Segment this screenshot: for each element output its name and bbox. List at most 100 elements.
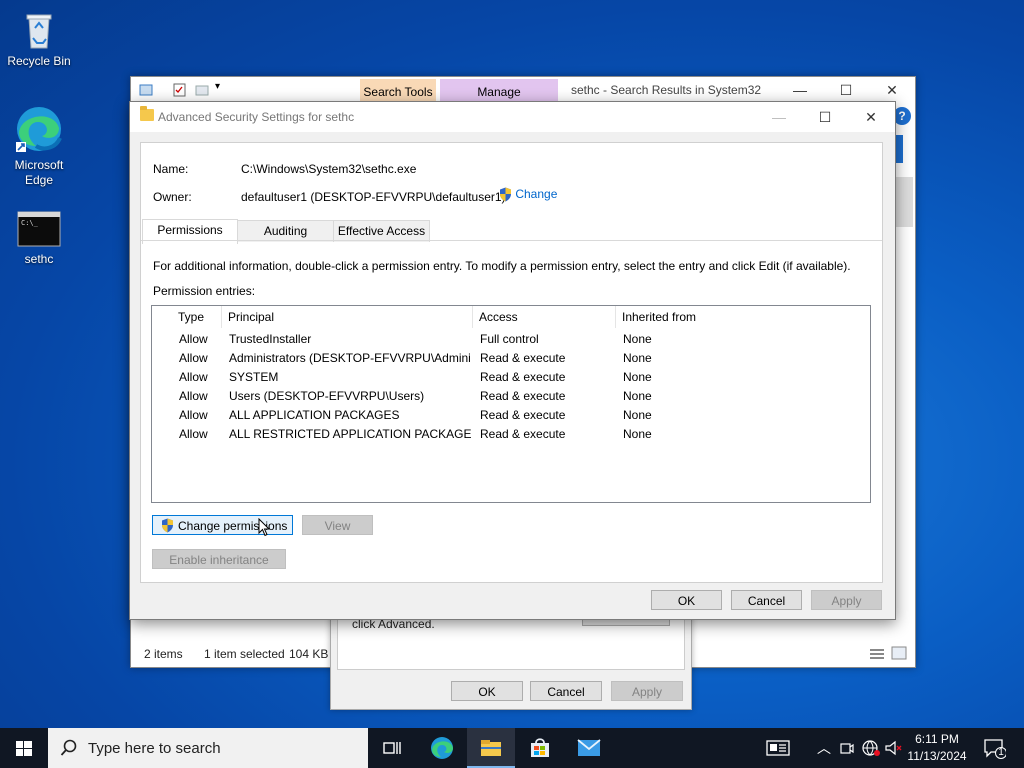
apply-button[interactable]: Apply bbox=[811, 590, 882, 610]
folder-icon bbox=[140, 106, 154, 121]
properties-icon[interactable] bbox=[173, 83, 187, 97]
entry-inherited-from: None bbox=[623, 408, 652, 422]
permission-entry-row[interactable]: Allow ALL RESTRICTED APPLICATION PACKAGES… bbox=[152, 425, 868, 444]
uac-shield-icon bbox=[500, 187, 511, 202]
permission-entry-row[interactable]: Allow Users (DESKTOP-EFVVRPU\Users) Read &… bbox=[152, 387, 868, 406]
dialog-title: Advanced Security Settings for sethc bbox=[158, 110, 355, 124]
column-header-inherited[interactable]: Inherited from bbox=[616, 306, 868, 328]
desktop-icon-edge[interactable]: Microsoft Edge bbox=[3, 104, 75, 188]
file-explorer-icon bbox=[481, 740, 501, 756]
taskbar-time[interactable]: 6:11 PM bbox=[906, 732, 968, 746]
mouse-cursor-icon bbox=[258, 518, 270, 537]
status-item-count: 2 items bbox=[144, 647, 183, 661]
dialog-titlebar: Advanced Security Settings for sethc — ☐… bbox=[130, 102, 895, 132]
desktop-icon-sethc[interactable]: C:\_ sethc bbox=[3, 210, 75, 267]
start-button[interactable] bbox=[0, 728, 48, 768]
status-size: 104 KB bbox=[289, 647, 329, 661]
cancel-button[interactable]: Cancel bbox=[530, 681, 602, 701]
desktop-icon-label: Microsoft Edge bbox=[14, 158, 64, 187]
name-value: C:\Windows\System32\sethc.exe bbox=[241, 162, 417, 176]
ok-button[interactable]: OK bbox=[651, 590, 722, 610]
entry-principal: Administrators (DESKTOP-EFVVRPU\Admini..… bbox=[229, 351, 471, 365]
close-button[interactable]: ✕ bbox=[869, 77, 915, 103]
svg-text:C:\_: C:\_ bbox=[21, 219, 39, 227]
permission-entry-row[interactable]: Allow Administrators (DESKTOP-EFVVRPU\Adm… bbox=[152, 349, 868, 368]
entry-access: Read & execute bbox=[480, 408, 566, 422]
entry-type: Allow bbox=[179, 351, 208, 365]
name-label: Name: bbox=[153, 162, 189, 176]
taskbar-edge-button[interactable] bbox=[418, 728, 466, 768]
entry-inherited-from: None bbox=[623, 332, 652, 346]
windows-logo-icon bbox=[16, 741, 32, 756]
minimize-button[interactable]: — bbox=[777, 77, 823, 103]
change-link-text[interactable]: Change bbox=[515, 187, 557, 201]
owner-value: defaultuser1 (DESKTOP-EFVVRPU\defaultuse… bbox=[241, 190, 506, 204]
advanced-security-dialog: Advanced Security Settings for sethc — ☐… bbox=[129, 101, 896, 620]
taskbar-date[interactable]: 11/13/2024 bbox=[906, 749, 968, 763]
cancel-button[interactable]: Cancel bbox=[731, 590, 802, 610]
tab-auditing[interactable]: Auditing bbox=[237, 220, 334, 242]
permission-entry-row[interactable]: Allow SYSTEM Read & execute None bbox=[152, 368, 868, 387]
customize-toolbar-icon[interactable]: ▾ bbox=[215, 81, 220, 92]
enable-inheritance-button[interactable]: Enable inheritance bbox=[152, 549, 286, 569]
news-widget-icon[interactable] bbox=[766, 740, 790, 756]
change-permissions-label: Change permissions bbox=[178, 519, 288, 533]
large-icons-view-icon[interactable] bbox=[891, 646, 907, 660]
ok-button[interactable]: OK bbox=[451, 681, 523, 701]
maximize-button[interactable]: ☐ bbox=[802, 104, 848, 130]
tab-search-tools[interactable]: Search Tools bbox=[360, 79, 436, 103]
entry-type: Allow bbox=[179, 427, 208, 441]
desktop-icon-recycle-bin[interactable]: Recycle Bin bbox=[3, 8, 75, 69]
minimize-button[interactable]: — bbox=[756, 104, 802, 130]
entry-inherited-from: None bbox=[623, 389, 652, 403]
view-button[interactable]: View bbox=[302, 515, 373, 535]
entry-principal: ALL RESTRICTED APPLICATION PACKAGES bbox=[229, 427, 471, 441]
show-hidden-icons-chevron-icon[interactable]: ︿ bbox=[817, 738, 831, 758]
apply-button[interactable]: Apply bbox=[611, 681, 683, 701]
entry-principal: Users (DESKTOP-EFVVRPU\Users) bbox=[229, 389, 425, 403]
meet-now-icon[interactable] bbox=[840, 741, 854, 755]
permission-entry-row[interactable]: Allow ALL APPLICATION PACKAGES Read & exec… bbox=[152, 406, 868, 425]
volume-muted-icon[interactable] bbox=[885, 740, 903, 756]
quick-access-icon[interactable] bbox=[139, 83, 155, 97]
command-prompt-icon: C:\_ bbox=[17, 210, 61, 250]
entry-principal: ALL APPLICATION PACKAGES bbox=[229, 408, 400, 422]
change-permissions-button[interactable]: Change permissions bbox=[152, 515, 293, 535]
desktop-icon-label: Recycle Bin bbox=[7, 54, 71, 68]
entry-access: Read & execute bbox=[480, 389, 566, 403]
permission-entry-row[interactable]: Allow TrustedInstaller Full control None bbox=[152, 330, 868, 349]
taskbar: Type here to search ︿ 6:11 PM 11/13/2024… bbox=[0, 728, 1024, 768]
entry-access: Read & execute bbox=[480, 370, 566, 384]
store-icon bbox=[531, 738, 549, 757]
new-folder-icon[interactable] bbox=[195, 83, 209, 97]
column-header-access[interactable]: Access bbox=[473, 306, 616, 328]
maximize-button[interactable]: ☐ bbox=[823, 77, 869, 103]
entry-type: Allow bbox=[179, 332, 208, 346]
entries-label: Permission entries: bbox=[153, 284, 256, 298]
scrollbar-thumb[interactable] bbox=[895, 177, 913, 227]
details-view-icon[interactable] bbox=[869, 647, 885, 661]
entry-access: Read & execute bbox=[480, 351, 566, 365]
task-view-icon bbox=[383, 742, 401, 754]
tab-manage[interactable]: Manage bbox=[440, 79, 558, 103]
taskbar-search-box[interactable]: Type here to search bbox=[48, 728, 368, 768]
tab-divider bbox=[141, 240, 882, 241]
entry-principal: SYSTEM bbox=[229, 370, 279, 384]
taskbar-store-button[interactable] bbox=[516, 728, 564, 768]
taskbar-file-explorer-button[interactable] bbox=[467, 728, 515, 768]
task-view-button[interactable] bbox=[368, 728, 416, 768]
change-owner-link[interactable]: Change bbox=[499, 187, 557, 202]
entry-inherited-from: None bbox=[623, 427, 652, 441]
tab-effective-access[interactable]: Effective Access bbox=[333, 220, 430, 242]
close-button[interactable]: ✕ bbox=[848, 104, 894, 130]
permission-entries-list[interactable]: Type Principal Access Inherited from All… bbox=[151, 305, 871, 503]
explorer-window-title: sethc - Search Results in System32 bbox=[571, 83, 762, 97]
entry-type: Allow bbox=[179, 389, 208, 403]
entry-access: Full control bbox=[480, 332, 539, 346]
taskbar-mail-button[interactable] bbox=[565, 728, 613, 768]
security-panel: Name: C:\Windows\System32\sethc.exe Owne… bbox=[140, 142, 883, 583]
info-text: For additional information, double-click… bbox=[153, 259, 851, 273]
column-header-type[interactable]: Type bbox=[172, 306, 222, 328]
network-icon[interactable] bbox=[862, 740, 880, 756]
column-header-principal[interactable]: Principal bbox=[222, 306, 473, 328]
